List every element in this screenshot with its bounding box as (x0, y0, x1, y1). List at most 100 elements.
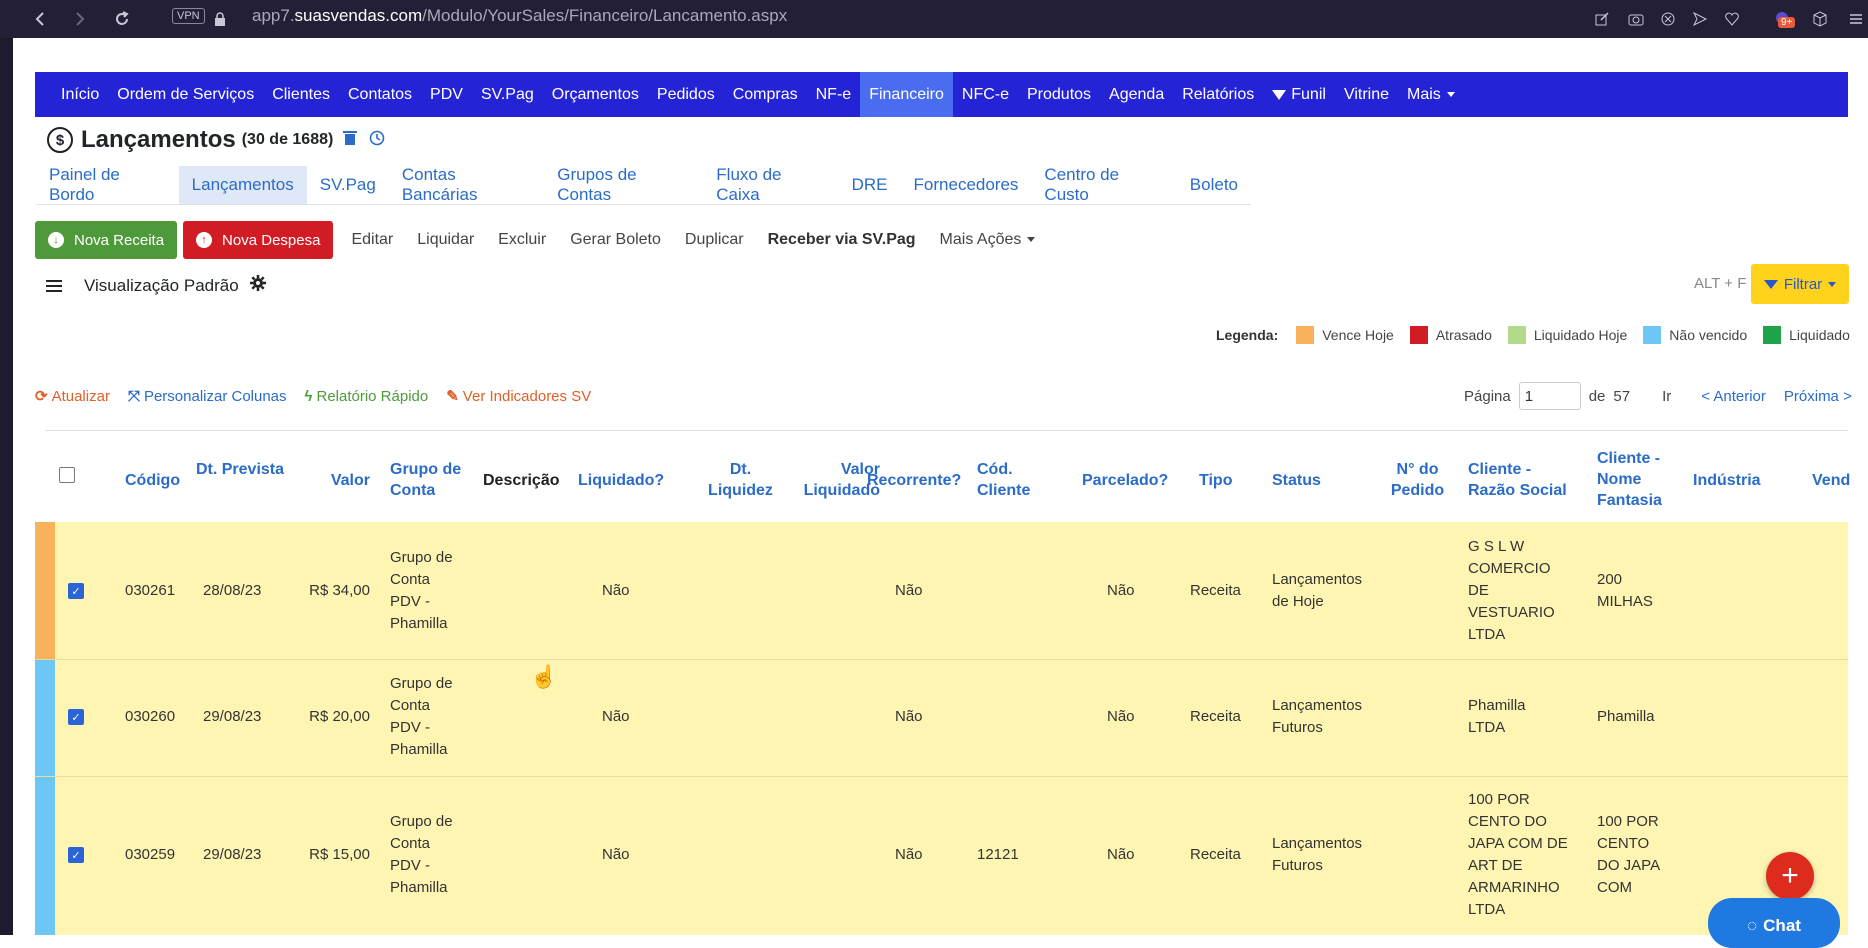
table-row[interactable]: ✓ 030261 28/08/23 R$ 34,00 Grupo de Cont… (35, 522, 1848, 660)
filtrar-button[interactable]: Filtrar (1751, 264, 1849, 304)
col-codigo[interactable]: Código (125, 470, 180, 491)
col-liquidado[interactable]: Liquidado? (578, 470, 664, 491)
address-bar[interactable]: app7.suasvendas.com/Modulo/YourSales/Fin… (252, 6, 787, 26)
view-name[interactable]: Visualização Padrão (84, 276, 239, 296)
cell-liquidado: Não (602, 846, 630, 863)
gear-icon[interactable] (249, 274, 267, 297)
chat-button[interactable]: ◌ Chat (1708, 898, 1840, 948)
add-fab-button[interactable]: + (1766, 852, 1814, 900)
nav-nfe[interactable]: NF-e (807, 72, 861, 117)
col-vendedor[interactable]: Vend (1812, 470, 1850, 491)
cube-icon[interactable] (1810, 9, 1830, 29)
hamburger-icon[interactable] (46, 277, 62, 295)
block-icon[interactable] (1658, 9, 1678, 29)
trash-icon[interactable] (343, 130, 358, 150)
col-razao-social[interactable]: Cliente - Razão Social (1468, 459, 1578, 501)
receber-svpag-button[interactable]: Receber via SV.Pag (756, 231, 928, 249)
tab-contas-bancarias[interactable]: Contas Bancárias (389, 165, 544, 204)
menu-icon[interactable] (1846, 9, 1866, 29)
nav-vitrine[interactable]: Vitrine (1335, 72, 1398, 117)
tab-grupos-contas[interactable]: Grupos de Contas (544, 165, 703, 204)
nav-compras[interactable]: Compras (724, 72, 807, 117)
vpn-badge[interactable]: VPN (172, 8, 205, 24)
tab-painel-bordo[interactable]: Painel de Bordo (36, 165, 179, 204)
editar-button[interactable]: Editar (339, 231, 405, 249)
nav-mais[interactable]: Mais (1398, 72, 1464, 117)
table-row[interactable]: ✓ 030259 29/08/23 R$ 15,00 Grupo de Cont… (35, 777, 1848, 935)
tab-fornecedores[interactable]: Fornecedores (901, 166, 1032, 204)
tab-dre[interactable]: DRE (839, 166, 901, 204)
tab-boleto[interactable]: Boleto (1177, 166, 1251, 204)
col-n-pedido[interactable]: N° do Pedido (1385, 459, 1450, 501)
nav-svpag[interactable]: SV.Pag (472, 72, 543, 117)
table-top-divider (45, 430, 1848, 431)
edit-icon[interactable] (1592, 9, 1612, 29)
nav-inicio[interactable]: Início (52, 72, 108, 117)
forward-icon[interactable] (70, 9, 90, 29)
notification-badge: 9+ (1778, 17, 1796, 28)
nav-funil[interactable]: Funil (1263, 72, 1335, 117)
row-status-bar (35, 777, 55, 935)
legend-item: Atrasado (1409, 326, 1492, 344)
gerar-boleto-button[interactable]: Gerar Boleto (558, 231, 673, 249)
col-parcelado[interactable]: Parcelado? (1082, 470, 1168, 491)
heart-icon[interactable] (1722, 9, 1742, 29)
nav-agenda[interactable]: Agenda (1100, 72, 1173, 117)
col-recorrente[interactable]: Recorrente? (867, 470, 961, 491)
nav-orcamentos[interactable]: Orçamentos (543, 72, 648, 117)
col-status[interactable]: Status (1272, 470, 1321, 491)
nav-contatos[interactable]: Contatos (339, 72, 421, 117)
back-icon[interactable] (30, 9, 50, 29)
row-checkbox[interactable]: ✓ (68, 583, 84, 599)
row-checkbox[interactable]: ✓ (68, 847, 84, 863)
atualizar-link[interactable]: ⟳ Atualizar (35, 387, 110, 406)
financeiro-subtabs: Painel de Bordo Lançamentos SV.Pag Conta… (36, 165, 1251, 205)
nav-relatorios[interactable]: Relatórios (1173, 72, 1263, 117)
ver-indicadores-link[interactable]: ✎ Ver Indicadores SV (446, 387, 591, 406)
col-grupo-conta[interactable]: Grupo de Conta (390, 459, 470, 501)
mais-acoes-dropdown[interactable]: Mais Ações (928, 231, 1048, 249)
view-selector: Visualização Padrão (46, 274, 267, 297)
page-input[interactable] (1518, 382, 1581, 410)
camera-icon[interactable] (1626, 9, 1646, 29)
duplicar-button[interactable]: Duplicar (673, 231, 756, 249)
col-nome-fantasia[interactable]: Cliente - Nome Fantasia (1597, 448, 1667, 511)
nova-despesa-button[interactable]: ↑ Nova Despesa (183, 221, 334, 259)
nav-nfce[interactable]: NFC-e (953, 72, 1018, 117)
col-cod-cliente[interactable]: Cód. Cliente (977, 459, 1047, 501)
nav-pedidos[interactable]: Pedidos (648, 72, 724, 117)
col-industria[interactable]: Indústria (1693, 470, 1761, 491)
history-icon[interactable] (369, 130, 385, 150)
relatorio-rapido-link[interactable]: ϟ Relatório Rápido (305, 388, 429, 405)
select-all-checkbox[interactable] (59, 467, 75, 483)
nav-ordem-servicos[interactable]: Ordem de Serviços (108, 72, 263, 117)
legend-swatch (1296, 326, 1315, 344)
nav-produtos[interactable]: Produtos (1018, 72, 1100, 117)
excluir-button[interactable]: Excluir (486, 231, 558, 249)
nav-clientes[interactable]: Clientes (263, 72, 339, 117)
page-go-button[interactable]: Ir (1662, 388, 1671, 405)
nav-financeiro[interactable]: Financeiro (860, 72, 953, 117)
reload-icon[interactable] (112, 9, 132, 29)
tab-lancamentos[interactable]: Lançamentos (178, 166, 307, 204)
funnel-icon (1272, 89, 1287, 100)
previous-page-link[interactable]: < Anterior (1701, 388, 1766, 405)
browser-toolbar: VPN app7.suasvendas.com/Modulo/YourSales… (0, 0, 1868, 38)
table-row[interactable]: ✓ 030260 29/08/23 R$ 20,00 Grupo de Cont… (35, 660, 1848, 777)
page-label: Página (1464, 387, 1511, 405)
liquidar-button[interactable]: Liquidar (405, 231, 486, 249)
col-tipo[interactable]: Tipo (1199, 470, 1232, 491)
nav-pdv[interactable]: PDV (421, 72, 472, 117)
col-descricao[interactable]: Descrição (483, 470, 560, 491)
personalizar-colunas-link[interactable]: ⤧ Personalizar Colunas (128, 388, 287, 405)
next-page-link[interactable]: Próxima > (1784, 388, 1852, 405)
nova-receita-button[interactable]: ↓ Nova Receita (35, 221, 178, 259)
tab-fluxo-caixa[interactable]: Fluxo de Caixa (703, 165, 838, 204)
col-valor[interactable]: Valor (315, 470, 370, 491)
send-icon[interactable] (1690, 9, 1710, 29)
col-dt-liquidez[interactable]: Dt. Liquidez (703, 459, 778, 501)
tab-centro-custo[interactable]: Centro de Custo (1031, 165, 1176, 204)
col-dt-prevista[interactable]: Dt. Prevista (195, 459, 285, 480)
row-checkbox[interactable]: ✓ (68, 709, 84, 725)
tab-svpag[interactable]: SV.Pag (307, 166, 389, 204)
